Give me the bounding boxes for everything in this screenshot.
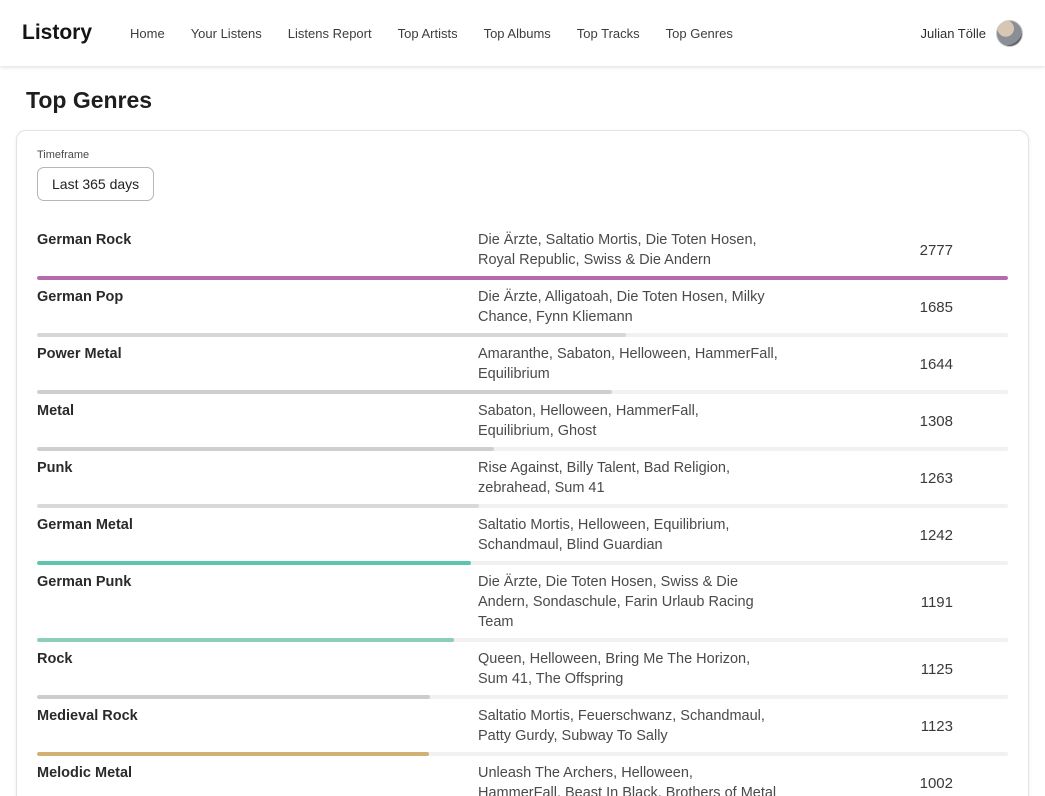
user-avatar[interactable] xyxy=(996,20,1023,47)
genre-artists-list: Rise Against, Billy Talent, Bad Religion… xyxy=(478,458,778,498)
genre-bar xyxy=(37,390,612,394)
timeframe-label: Timeframe xyxy=(37,149,1008,161)
genre-artists-list: Unleash The Archers, Helloween, HammerFa… xyxy=(478,763,778,796)
page-title: Top Genres xyxy=(26,87,1045,114)
genre-bar-track xyxy=(37,561,1008,565)
genre-count: 1191 xyxy=(783,594,1008,611)
user-name[interactable]: Julian Tölle xyxy=(920,26,986,41)
nav-item-top-genres[interactable]: Top Genres xyxy=(666,26,733,41)
genre-bar xyxy=(37,504,479,508)
genre-row: Power Metal Amaranthe, Sabaton, Hellowee… xyxy=(37,337,1008,394)
genre-count: 1002 xyxy=(783,775,1008,792)
genre-name[interactable]: Melodic Metal xyxy=(37,763,478,781)
genre-row: German Pop Die Ärzte, Alligatoah, Die To… xyxy=(37,280,1008,337)
genre-row: Melodic Metal Unleash The Archers, Hello… xyxy=(37,756,1008,796)
genre-bar xyxy=(37,561,471,565)
genre-name[interactable]: Punk xyxy=(37,458,478,476)
genres-panel: Timeframe Last 365 days German Rock Die … xyxy=(16,130,1029,796)
timeframe-select[interactable]: Last 365 days xyxy=(37,167,154,201)
genre-row: Medieval Rock Saltatio Mortis, Feuerschw… xyxy=(37,699,1008,756)
genre-bar xyxy=(37,333,626,337)
genre-bar xyxy=(37,752,429,756)
genre-bar-track xyxy=(37,504,1008,508)
genre-name[interactable]: Metal xyxy=(37,401,478,419)
genre-bar xyxy=(37,276,1008,280)
genre-name[interactable]: Rock xyxy=(37,649,478,667)
genre-row: German Metal Saltatio Mortis, Helloween,… xyxy=(37,508,1008,565)
genre-bar xyxy=(37,447,494,451)
genre-count: 2777 xyxy=(783,242,1008,259)
genre-name[interactable]: Medieval Rock xyxy=(37,706,478,724)
genre-bar-track xyxy=(37,333,1008,337)
nav-item-your-listens[interactable]: Your Listens xyxy=(191,26,262,41)
genre-bar-track xyxy=(37,390,1008,394)
nav-item-top-tracks[interactable]: Top Tracks xyxy=(577,26,640,41)
genre-count: 1242 xyxy=(783,527,1008,544)
genre-row: German Rock Die Ärzte, Saltatio Mortis, … xyxy=(37,223,1008,280)
genre-name[interactable]: Power Metal xyxy=(37,344,478,362)
genre-row: Rock Queen, Helloween, Bring Me The Hori… xyxy=(37,642,1008,699)
genre-artists-list: Amaranthe, Sabaton, Helloween, HammerFal… xyxy=(478,344,778,384)
genre-count: 1644 xyxy=(783,356,1008,373)
genre-bar-track xyxy=(37,447,1008,451)
genre-count: 1125 xyxy=(783,661,1008,678)
top-navbar: Listory Home Your Listens Listens Report To… xyxy=(0,0,1045,66)
nav-item-top-albums[interactable]: Top Albums xyxy=(484,26,551,41)
genre-bar xyxy=(37,638,454,642)
genre-bar-track xyxy=(37,752,1008,756)
nav-item-top-artists[interactable]: Top Artists xyxy=(398,26,458,41)
genre-artists-list: Saltatio Mortis, Feuerschwanz, Schandmau… xyxy=(478,706,778,746)
genre-table: German Rock Die Ärzte, Saltatio Mortis, … xyxy=(37,223,1008,796)
genre-count: 1308 xyxy=(783,413,1008,430)
nav-user-area: Julian Tölle xyxy=(920,20,1023,47)
genre-artists-list: Queen, Helloween, Bring Me The Horizon, … xyxy=(478,649,778,689)
genre-artists-list: Sabaton, Helloween, HammerFall, Equilibr… xyxy=(478,401,778,441)
genre-row: German Punk Die Ärzte, Die Toten Hosen, … xyxy=(37,565,1008,642)
genre-bar xyxy=(37,695,430,699)
nav-item-home[interactable]: Home xyxy=(130,26,165,41)
genre-row: Punk Rise Against, Billy Talent, Bad Rel… xyxy=(37,451,1008,508)
app-logo[interactable]: Listory xyxy=(22,21,92,45)
genre-bar-track xyxy=(37,695,1008,699)
genre-name[interactable]: German Pop xyxy=(37,287,478,305)
genre-name[interactable]: German Rock xyxy=(37,230,478,248)
genre-name[interactable]: German Punk xyxy=(37,572,478,590)
genre-count: 1685 xyxy=(783,299,1008,316)
genre-bar-track xyxy=(37,638,1008,642)
genre-artists-list: Die Ärzte, Alligatoah, Die Toten Hosen, … xyxy=(478,287,778,327)
genre-count: 1123 xyxy=(783,718,1008,735)
nav-links: Home Your Listens Listens Report Top Artist… xyxy=(130,26,733,41)
nav-item-listens-report[interactable]: Listens Report xyxy=(288,26,372,41)
genre-bar-track xyxy=(37,276,1008,280)
genre-row: Metal Sabaton, Helloween, HammerFall, Eq… xyxy=(37,394,1008,451)
genre-count: 1263 xyxy=(783,470,1008,487)
genre-artists-list: Die Ärzte, Saltatio Mortis, Die Toten Ho… xyxy=(478,230,778,270)
genre-name[interactable]: German Metal xyxy=(37,515,478,533)
genre-artists-list: Saltatio Mortis, Helloween, Equilibrium,… xyxy=(478,515,778,555)
genre-artists-list: Die Ärzte, Die Toten Hosen, Swiss & Die … xyxy=(478,572,778,632)
